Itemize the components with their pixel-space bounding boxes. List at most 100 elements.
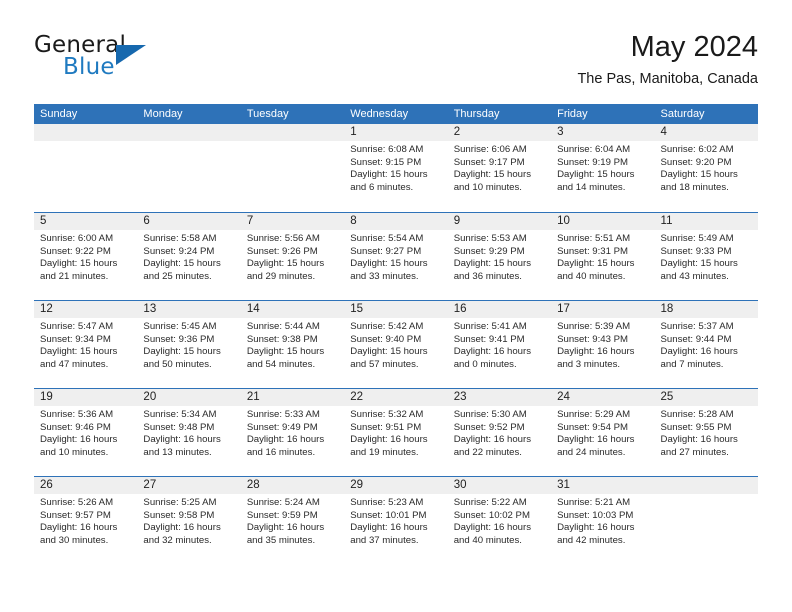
day-cell-7[interactable]: 7 Sunrise: 5:56 AM Sunset: 9:26 PM Daylight… (240, 213, 345, 300)
day-cell-25[interactable]: 25 Sunrise: 5:28 AM Sunset: 9:55 PM Dayligh… (654, 389, 758, 476)
title-block: May 2024 The Pas, Manitoba, Canada (577, 30, 758, 88)
day-cell-22[interactable]: 22 Sunrise: 5:32 AM Sunset: 9:51 PM Dayligh… (344, 389, 448, 476)
day-cell-19[interactable]: 19 Sunrise: 5:36 AM Sunset: 9:46 PM Dayligh… (34, 389, 138, 476)
day-cell-2[interactable]: 2 Sunrise: 6:06 AM Sunset: 9:17 PM Daylight… (447, 124, 552, 212)
day-detail-line: Sunrise: 5:28 AM (660, 409, 734, 420)
day-detail-line: Daylight: 15 hours (246, 258, 325, 270)
day-cell-empty (137, 124, 241, 212)
day-number: 12 (34, 301, 138, 318)
day-details: Sunrise: 5:33 AM Sunset: 9:49 PM Daylight:… (241, 406, 344, 459)
day-number: 31 (551, 477, 655, 494)
day-cell-5[interactable]: 5 Sunrise: 6:00 AM Sunset: 9:22 PM Daylight… (34, 213, 138, 300)
day-detail-line: Daylight: 15 hours (350, 169, 428, 181)
day-detail-line: Sunset: 9:24 PM (143, 245, 215, 257)
day-cell-27[interactable]: 27 Sunrise: 5:25 AM Sunset: 9:58 PM Dayligh… (137, 477, 241, 564)
day-cell-26[interactable]: 26 Sunrise: 5:26 AM Sunset: 9:57 PM Dayligh… (34, 477, 138, 564)
day-cell-29[interactable]: 29 Sunrise: 5:23 AM Sunset: 10:01 PM Daylig… (344, 477, 448, 564)
day-detail-line: Sunrise: 5:39 AM (557, 321, 631, 332)
day-cell-24[interactable]: 24 Sunrise: 5:29 AM Sunset: 9:54 PM Dayligh… (551, 389, 655, 476)
day-cell-1[interactable]: 1 Sunrise: 6:08 AM Sunset: 9:15 PM Daylight… (344, 124, 448, 212)
location-subtitle: The Pas, Manitoba, Canada (577, 71, 758, 87)
day-cell-18[interactable]: 18 Sunrise: 5:37 AM Sunset: 9:44 PM Dayligh… (654, 301, 758, 388)
day-details: Sunrise: 5:56 AM Sunset: 9:26 PM Daylight:… (241, 230, 344, 283)
day-cell-12[interactable]: 12 Sunrise: 5:47 AM Sunset: 9:34 PM Dayligh… (34, 301, 138, 388)
weekday-header-wednesday: Wednesday (350, 108, 409, 120)
day-cell-17[interactable]: 17 Sunrise: 5:39 AM Sunset: 9:43 PM Dayligh… (551, 301, 655, 388)
day-detail-line: Sunset: 9:38 PM (246, 333, 318, 345)
general-blue-logo[interactable]: General Blue (34, 32, 264, 92)
day-detail-line: and 13 minutes. (143, 446, 212, 458)
calendar-week-row: 5 Sunrise: 6:00 AM Sunset: 9:22 PM Daylight… (34, 212, 758, 300)
day-detail-line: Sunrise: 5:58 AM (143, 233, 217, 244)
day-details: Sunrise: 6:08 AM Sunset: 9:15 PM Daylight:… (344, 141, 447, 194)
day-detail-line: and 42 minutes. (557, 534, 626, 546)
day-number: 21 (240, 389, 345, 406)
day-detail-line: Sunset: 9:58 PM (143, 509, 215, 521)
page-header: General Blue May 2024 The Pas, Manitoba,… (34, 30, 758, 98)
day-detail-line: Sunset: 9:26 PM (246, 245, 318, 257)
day-detail-line: Sunset: 9:48 PM (143, 421, 215, 433)
day-cell-4[interactable]: 4 Sunrise: 6:02 AM Sunset: 9:20 PM Daylight… (654, 124, 758, 212)
day-cell-13[interactable]: 13 Sunrise: 5:45 AM Sunset: 9:36 PM Dayligh… (137, 301, 241, 388)
day-detail-line: Sunrise: 5:49 AM (660, 233, 734, 244)
day-cell-10[interactable]: 10 Sunrise: 5:51 AM Sunset: 9:31 PM Dayligh… (551, 213, 655, 300)
day-detail-line: Sunset: 9:17 PM (453, 156, 525, 168)
day-detail-line: and 10 minutes. (453, 181, 522, 193)
day-cell-31[interactable]: 31 Sunrise: 5:21 AM Sunset: 10:03 PM Daylig… (551, 477, 655, 564)
day-detail-line: Sunset: 9:46 PM (40, 421, 111, 433)
day-cell-16[interactable]: 16 Sunrise: 5:41 AM Sunset: 9:41 PM Dayligh… (447, 301, 552, 388)
day-detail-line: Daylight: 16 hours (246, 522, 325, 534)
day-number (240, 124, 345, 141)
day-cell-30[interactable]: 30 Sunrise: 5:22 AM Sunset: 10:02 PM Daylig… (447, 477, 552, 564)
day-details: Sunrise: 5:26 AM Sunset: 9:57 PM Daylight:… (34, 494, 137, 547)
day-cell-6[interactable]: 6 Sunrise: 5:58 AM Sunset: 9:24 PM Daylight… (137, 213, 241, 300)
day-number (34, 124, 138, 141)
day-detail-line: Sunrise: 5:30 AM (453, 409, 527, 420)
day-detail-line: Sunset: 9:55 PM (660, 421, 732, 433)
day-detail-line: Daylight: 15 hours (660, 169, 738, 181)
calendar-grid: Sunday Monday Tuesday Wednesday Thursday Frid… (34, 104, 758, 564)
day-detail-line: Sunrise: 5:34 AM (143, 409, 217, 420)
day-detail-line: Sunrise: 5:24 AM (246, 497, 320, 508)
day-detail-line: Sunrise: 5:37 AM (660, 321, 734, 332)
day-cell-empty (240, 124, 345, 212)
day-cell-14[interactable]: 14 Sunrise: 5:44 AM Sunset: 9:38 PM Dayligh… (240, 301, 345, 388)
day-detail-line: Sunset: 9:33 PM (660, 245, 732, 257)
calendar-week-row: 12 Sunrise: 5:47 AM Sunset: 9:34 PM Dayligh… (34, 300, 758, 388)
calendar-week-row: 26 Sunrise: 5:26 AM Sunset: 9:57 PM Dayligh… (34, 476, 758, 564)
day-number: 15 (344, 301, 448, 318)
day-details: Sunrise: 5:49 AM Sunset: 9:33 PM Daylight:… (655, 230, 758, 283)
day-number: 24 (551, 389, 655, 406)
weekday-header-saturday: Saturday (660, 108, 705, 120)
day-details (34, 141, 137, 144)
day-number: 30 (447, 477, 552, 494)
weekday-header-row: Sunday Monday Tuesday Wednesday Thursday Frid… (34, 104, 758, 124)
logo-triangle-icon (116, 45, 146, 65)
day-detail-line: and 27 minutes. (660, 446, 729, 458)
day-cell-21[interactable]: 21 Sunrise: 5:33 AM Sunset: 9:49 PM Dayligh… (240, 389, 345, 476)
day-detail-line: Daylight: 16 hours (660, 434, 738, 446)
day-detail-line: Daylight: 16 hours (660, 346, 738, 358)
day-cell-8[interactable]: 8 Sunrise: 5:54 AM Sunset: 9:27 PM Daylight… (344, 213, 448, 300)
day-cell-28[interactable]: 28 Sunrise: 5:24 AM Sunset: 9:59 PM Dayligh… (240, 477, 345, 564)
day-detail-line: Daylight: 15 hours (557, 258, 635, 270)
day-detail-line: Sunset: 9:49 PM (246, 421, 318, 433)
day-detail-line: Daylight: 15 hours (40, 258, 118, 270)
day-cell-3[interactable]: 3 Sunrise: 6:04 AM Sunset: 9:19 PM Daylight… (551, 124, 655, 212)
day-cell-empty (34, 124, 138, 212)
day-detail-line: Sunrise: 6:04 AM (557, 144, 631, 155)
day-detail-line: Sunset: 9:59 PM (246, 509, 318, 521)
day-detail-line: and 35 minutes. (246, 534, 316, 546)
day-cell-11[interactable]: 11 Sunrise: 5:49 AM Sunset: 9:33 PM Dayligh… (654, 213, 758, 300)
weekday-header-tuesday: Tuesday (246, 108, 289, 120)
day-cell-23[interactable]: 23 Sunrise: 5:30 AM Sunset: 9:52 PM Dayligh… (447, 389, 552, 476)
day-number: 6 (137, 213, 241, 230)
day-cell-20[interactable]: 20 Sunrise: 5:34 AM Sunset: 9:48 PM Dayligh… (137, 389, 241, 476)
day-detail-line: Sunset: 9:34 PM (40, 333, 111, 345)
day-detail-line: and 43 minutes. (660, 270, 729, 282)
day-cell-9[interactable]: 9 Sunrise: 5:53 AM Sunset: 9:29 PM Daylight… (447, 213, 552, 300)
day-number: 26 (34, 477, 138, 494)
day-detail-line: and 54 minutes. (246, 358, 316, 370)
day-cell-15[interactable]: 15 Sunrise: 5:42 AM Sunset: 9:40 PM Dayligh… (344, 301, 448, 388)
weekday-header-sunday: Sunday (40, 108, 78, 120)
